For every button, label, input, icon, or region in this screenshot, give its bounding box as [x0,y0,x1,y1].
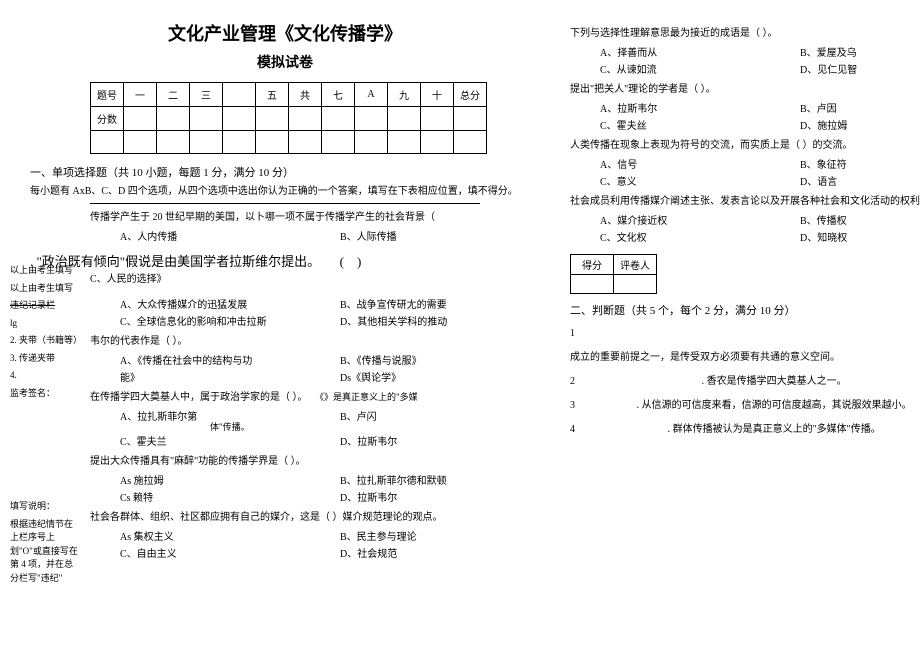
tf-text: . 群体传播被认为是真正意义上的"多媒体"传播。 [668,422,881,438]
score-row-label: 分数 [91,107,124,131]
option: A、《传播在社会中的结构与功 [120,352,340,367]
tf-item: 3 . 从信源的可信度来看，信源的可信度越高，其说服效果越小。 ( ) [570,398,920,414]
tf-number: 1 [570,326,575,342]
option: C、全球信息化的影响和冲击拉斯 [120,313,340,328]
option: A、择善而从 [600,44,800,59]
sidebar-text: 2. 夹带（书籍等） [10,334,80,348]
sidebar-text: 根据违纪情节在上栏序号上划"O"或直接写在第 4 项，并在总分栏写"违纪" [10,518,80,586]
option: A、拉斯韦尔 [600,100,800,115]
opt-text: A、拉扎斯菲尔第 [120,412,197,423]
score-header-cell: A [355,83,388,107]
option: B、爱屋及乌 [800,44,920,59]
sidebar-text: 4. [10,369,80,383]
option: D、社会规范 [340,545,540,560]
option: C、霍夫兰 [120,433,340,448]
tf-number: 4 [570,422,575,438]
score-header-cell: 五 [256,83,289,107]
score-header-cell: 七 [322,83,355,107]
option: B、卢因 [800,100,920,115]
question-stem: 提出"把关人"理论的学者是（ ）。 [570,82,920,98]
option: D、拉斯韦尔 [340,433,540,448]
question-stem: 社会成员利用传播媒介阐述主张、发表言论以及开展各种社会和文化活动的权利是（ ）× [570,194,920,210]
option: 能》 [120,369,340,384]
sidebar-text: lg [10,317,80,331]
option: C、文化权 [600,229,800,244]
score-header-cell: 总分 [454,83,487,107]
tf-number: 2 [570,374,575,390]
tf-text: . 从信源的可信度来看，信源的可信度越高，其说服效果越小。 [637,398,912,414]
option: B、传播权 [800,212,920,227]
score-header-cell: 题号 [91,83,124,107]
score-header-cell: 九 [388,83,421,107]
sidebar-text: 以上由考生填写 [10,282,80,296]
opt-sub: 体"传播。 [210,420,250,433]
option: B、拉扎斯菲尔德和默顿 [340,472,540,487]
score-header-cell [223,83,256,107]
sidebar-text: 违纪记录栏 [10,299,80,313]
option: C、自由主义 [120,545,340,560]
option: B、人际传播 [340,228,540,243]
option: C、从谏如流 [600,61,800,76]
tf-item: 2 . 香农是传播学四大奠基人之一。 ( ) [570,374,920,390]
option: As 集权主义 [120,528,340,543]
question-stem: 提出大众传播具有"麻醉"功能的传播学界是（ ）。 [90,454,540,470]
option: D、其他相关学科的推动 [340,313,540,328]
section-note: 每小题有 AxB、C、D 四个选项，从四个选项中选出你认为正确的一个答案，填写在… [30,184,540,199]
score-header-cell: 共 [289,83,322,107]
question-stem: 在传播学四大奠基人中，属于政治学家的是（ ）。 《》是真正意义上的"多媒 [90,390,540,406]
question-stem: 韦尔的代表作是（ ）。 [90,334,540,350]
question-stem: 下列与选择性理解意思最为接近的成语是（ ）。 [570,26,920,42]
small-score-table: 得分 评卷人 [570,254,657,294]
side-note: 《》是真正意义上的"多媒 [315,390,418,404]
stray-text: C、人民的选择》 [90,272,540,288]
page-title: 文化产业管理《文化传播学》 [30,20,540,46]
tf-item: 成立的重要前提之一，是传受双方必须要有共通的意义空间。 ( ) [570,350,920,366]
option: B、象征符 [800,156,920,171]
option: B、战争宣传研尢的需要 [340,296,540,311]
option: D、施拉姆 [800,117,920,132]
score-header-cell: 一 [124,83,157,107]
score-table: 题号 一 二 三 五 共 七 A 九 十 总分 分数 [90,82,487,154]
option: D、拉斯韦尔 [340,489,540,504]
option: C、霍夫丝 [600,117,800,132]
question-stem: 社会各群体、组织、社区都应拥有自己的媒介，这是（ ）媒介规范理论的观点。 [90,510,540,526]
option: A、信号 [600,156,800,171]
tf-item: 4 . 群体传播被认为是真正意义上的"多媒体"传播。 ( ) [570,422,920,438]
option: B、《传播与说服》 [340,352,540,367]
page-subtitle: 模拟试卷 [30,52,540,72]
score-header-cell: 三 [190,83,223,107]
sidebar-text: 监考签名： [10,387,80,401]
option: Cs 赖特 [120,489,340,504]
section-heading: 二、判断题（共 5 个，每个 2 分，满分 10 分） [570,302,920,318]
option: B、民主参与理论 [340,528,540,543]
sidebar-text: 填写说明： [10,500,80,514]
tf-text: 成立的重要前提之一，是传受双方必须要有共通的意义空间。 [570,350,840,366]
option: C、意义 [600,173,800,188]
score-header-cell: 二 [157,83,190,107]
question-stem: 传播学产生于 20 世纪早期的美国，以卜哪一项不属于传播学产生的社会背景（ [90,210,540,226]
option: D、见仁见智 [800,61,920,76]
section-heading: 一、单项选择题（共 10 小题，每题 1 分，满分 10 分） [30,164,540,180]
option: As 施拉姆 [120,472,340,487]
small-score-cell: 得分 [571,255,614,275]
option: A、媒介接近权 [600,212,800,227]
question-text: 在传播学四大奠基人中，属于政治学家的是（ ）。 [90,392,308,403]
option: A、大众传播媒介的迅猛发展 [120,296,340,311]
tf-item: 1 . 传播 [570,326,920,342]
special-line: . "政治既有倾向"假说是由美国学者拉斯维尔提出。 ( ) [30,251,540,270]
tf-number: 3 [570,398,575,414]
option: A、拉扎斯菲尔第体"传播。 [120,408,340,423]
tf-text: . 香农是传播学四大奠基人之一。 [702,374,847,390]
option: A、人内传播 [120,228,340,243]
sidebar-text: 以上由考生填写 [10,264,80,278]
question-stem: 人类传播在现象上表现为符号的交流，而实质上是（ ）的交流。 [570,138,920,154]
option: B、卢闪 [340,408,540,423]
option: Ds《舆论学》 [340,369,540,384]
small-score-cell: 评卷人 [614,255,657,275]
sidebar-text: 3. 传递夹带 [10,352,80,366]
option: D、知晓权 [800,229,920,244]
option: D、语言 [800,173,920,188]
score-header-cell: 十 [421,83,454,107]
